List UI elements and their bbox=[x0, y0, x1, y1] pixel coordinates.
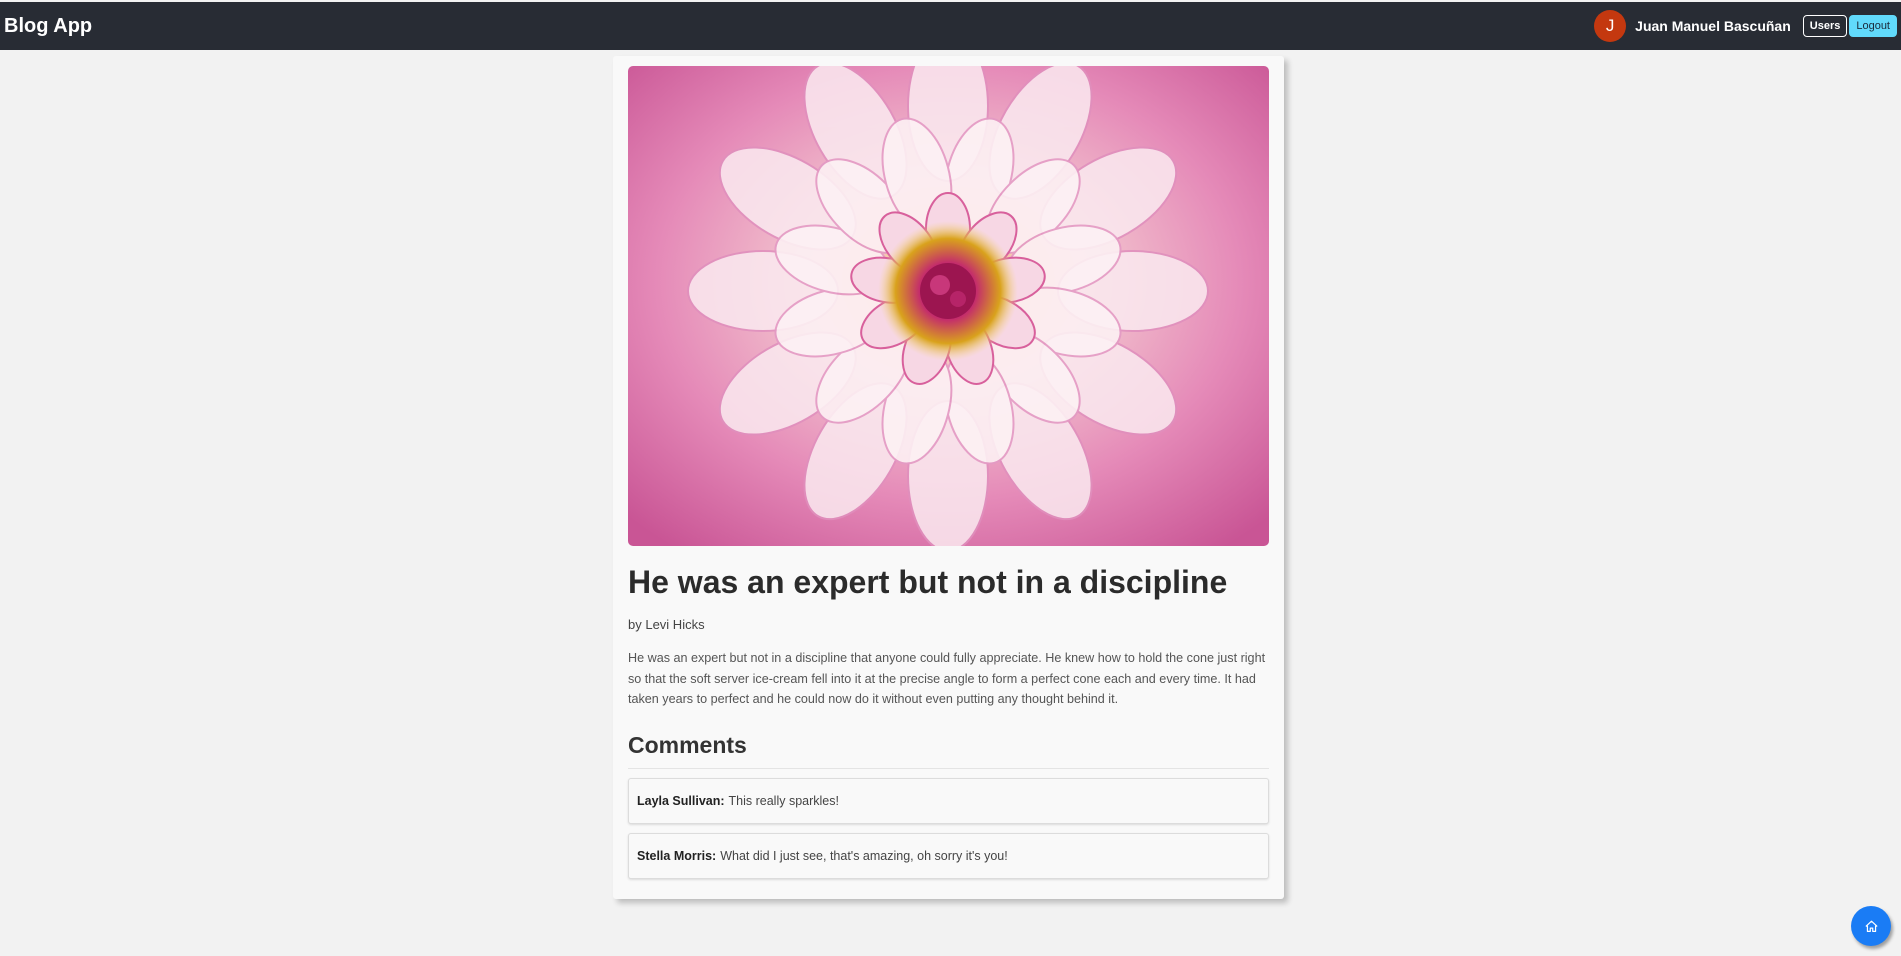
navbar-user-area: J Juan Manuel Bascuñan Users Logout bbox=[1594, 10, 1897, 42]
comment-author: Layla Sullivan: bbox=[637, 794, 725, 808]
comments-divider bbox=[628, 768, 1269, 769]
comment-text: What did I just see, that's amazing, oh … bbox=[720, 849, 1008, 863]
post-image bbox=[628, 66, 1269, 546]
comment-item: Layla Sullivan: This really sparkles! bbox=[628, 778, 1269, 824]
user-name: Juan Manuel Bascuñan bbox=[1635, 18, 1791, 34]
post-title: He was an expert but not in a discipline bbox=[628, 564, 1228, 600]
post-card: He was an expert but not in a discipline… bbox=[613, 56, 1284, 899]
flower-image bbox=[628, 66, 1269, 546]
comment-text: This really sparkles! bbox=[728, 794, 839, 808]
home-button[interactable] bbox=[1851, 906, 1891, 946]
home-icon bbox=[1865, 920, 1877, 932]
comment-item: Stella Morris: What did I just see, that… bbox=[628, 833, 1269, 879]
users-button[interactable]: Users bbox=[1802, 15, 1848, 37]
comments-heading: Comments bbox=[628, 732, 747, 758]
post-author: by Levi Hicks bbox=[628, 617, 705, 632]
post-body: He was an expert but not in a discipline… bbox=[628, 651, 1266, 706]
brand-logo[interactable]: Blog App bbox=[4, 15, 92, 38]
logout-button[interactable]: Logout bbox=[1849, 15, 1897, 37]
top-navbar: Blog App J Juan Manuel Bascuñan Users Lo… bbox=[0, 2, 1901, 50]
avatar[interactable]: J bbox=[1594, 10, 1627, 42]
comment-author: Stella Morris: bbox=[637, 849, 717, 863]
